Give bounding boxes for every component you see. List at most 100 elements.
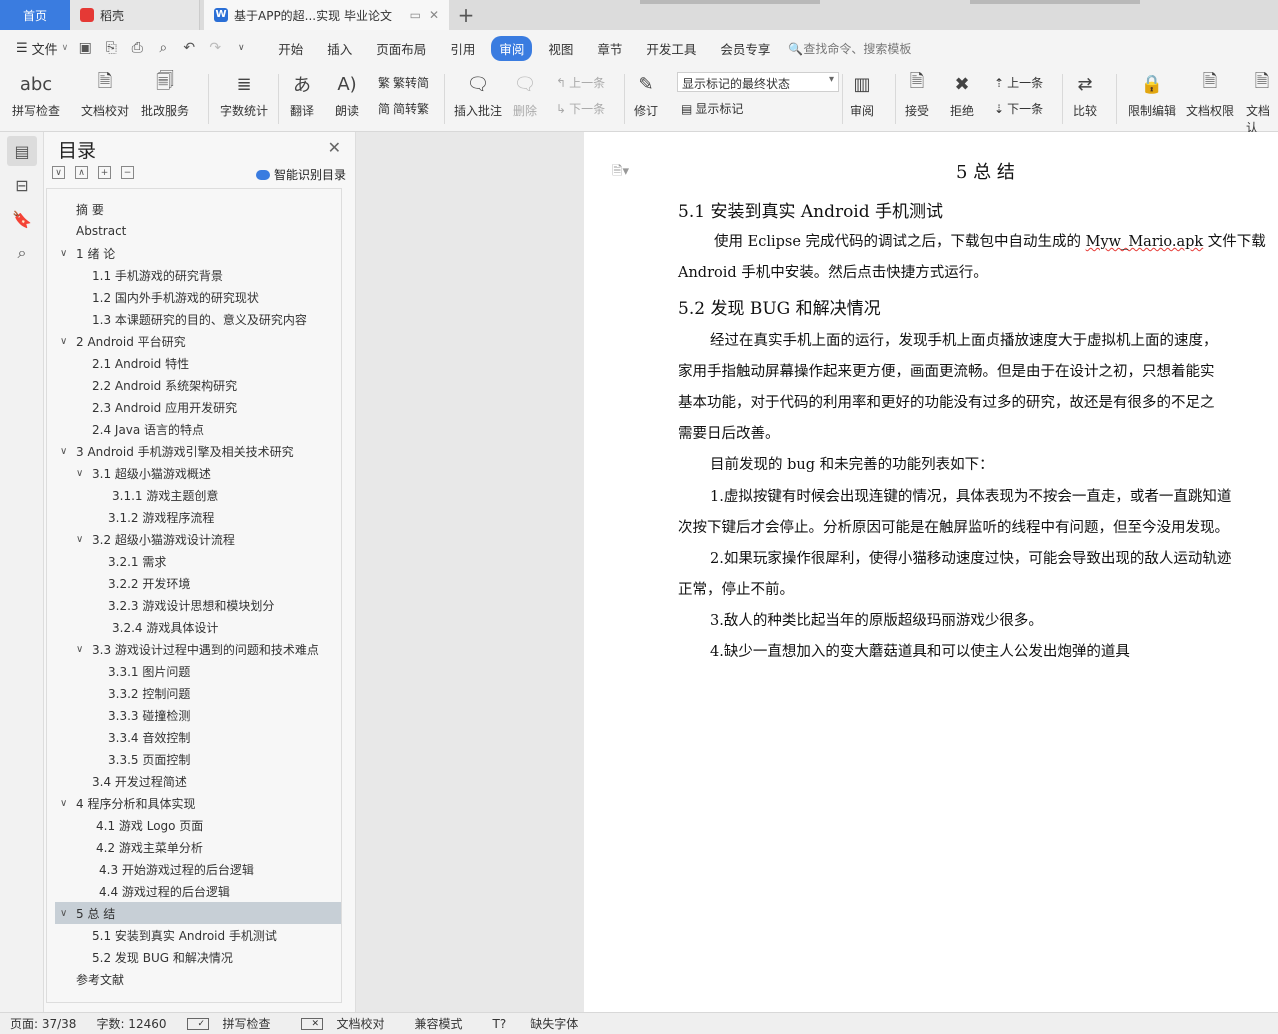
accept-button[interactable]: 🗎 接受 — [904, 70, 930, 119]
word-count-indicator[interactable]: 字数: 12460 — [86, 1015, 176, 1032]
delete-comment-button[interactable]: 🗨 删除 — [512, 70, 538, 119]
close-tab-icon[interactable]: ✕ — [429, 8, 439, 22]
toc-item[interactable]: ∨ 3.2 超级小猫游戏设计流程 — [55, 528, 341, 550]
expand-up-icon[interactable]: ∧ — [75, 166, 88, 179]
menu-page-layout[interactable]: 页面布局 — [364, 36, 438, 61]
toc-item[interactable]: 3.1.2 游戏程序流程 — [55, 506, 341, 528]
toc-item[interactable]: 3.4 开发过程简述 — [55, 770, 341, 792]
insert-comment-button[interactable]: 🗨 插入批注 — [454, 70, 502, 119]
remove-level-icon[interactable]: − — [121, 166, 134, 179]
command-search[interactable]: 🔍查找命令、搜索模板 — [788, 40, 911, 57]
read-aloud-button[interactable]: A) 朗读 — [334, 70, 360, 119]
toc-item[interactable]: 2.1 Android 特性 — [55, 352, 341, 374]
toc-item-selected[interactable]: ∨ 5 总 结 — [55, 902, 341, 924]
status-doc-proof[interactable]: ✕ 文档校对 — [291, 1015, 405, 1032]
close-icon[interactable]: ✕ — [328, 138, 341, 157]
toc-item[interactable]: 3.2.3 游戏设计思想和模块划分 — [55, 594, 341, 616]
export-icon[interactable]: ⎘ — [100, 40, 122, 56]
next-comment-button[interactable]: ↳ 下一条 — [556, 100, 605, 117]
menu-references[interactable]: 引用 — [438, 36, 487, 61]
add-level-icon[interactable]: + — [98, 166, 111, 179]
toc-item[interactable]: ∨ 2 Android 平台研究 — [55, 330, 341, 352]
toc-item[interactable]: 3.3.2 控制问题 — [55, 682, 341, 704]
toc-item[interactable]: Abstract — [55, 220, 341, 242]
save-icon[interactable]: ▣ — [74, 40, 96, 56]
smart-toc-button[interactable]: 智能识别目录 — [255, 166, 346, 183]
prev-comment-button[interactable]: ↰ 上一条 — [556, 74, 605, 91]
word-count-button[interactable]: ≣ 字数统计 — [220, 70, 268, 119]
prev-change-button[interactable]: ⇡ 上一条 — [994, 74, 1043, 91]
toc-item[interactable]: 2.2 Android 系统架构研究 — [55, 374, 341, 396]
next-change-button[interactable]: ⇣ 下一条 — [994, 100, 1043, 117]
page-indicator[interactable]: 页面: 37/38 — [0, 1015, 86, 1032]
markup-state-select[interactable]: 显示标记的最终状态 ▾ — [677, 72, 839, 92]
tab-document[interactable]: W 基于APP的超...实现 毕业论文 ▭ ✕ — [204, 0, 449, 30]
toc-item[interactable]: ∨ 1 绪 论 — [55, 242, 341, 264]
toc-item[interactable]: 5.2 发现 BUG 和解决情况 — [55, 946, 341, 968]
undo-icon[interactable]: ↶ — [178, 40, 200, 56]
menu-insert[interactable]: 插入 — [315, 36, 364, 61]
toc-item[interactable]: 4.4 游戏过程的后台逻辑 — [55, 880, 341, 902]
print-icon[interactable]: ⎙ — [126, 40, 148, 56]
collapse-all-icon[interactable]: ∨ — [52, 166, 65, 179]
menu-developer[interactable]: 开发工具 — [634, 36, 708, 61]
toc-item[interactable]: 1.2 国内外手机游戏的研究现状 — [55, 286, 341, 308]
trad-to-simp-button[interactable]: 繁繁转简 — [378, 74, 429, 91]
page-options-icon[interactable]: 🗎▾ — [612, 162, 629, 184]
toc-item[interactable]: 2.3 Android 应用开发研究 — [55, 396, 341, 418]
missing-font-button[interactable]: T? 缺失字体 — [473, 1015, 599, 1032]
simp-to-trad-button[interactable]: 简简转繁 — [378, 100, 429, 117]
print-preview-icon[interactable]: ⌕ — [152, 40, 174, 56]
redo-icon[interactable]: ↷ — [204, 40, 226, 56]
doc-cert-button[interactable]: 🗎 文档认 — [1246, 70, 1278, 136]
customize-chevron-icon[interactable]: ∨ — [230, 43, 252, 53]
chevron-down-icon[interactable]: ∨ — [76, 644, 83, 655]
reject-button[interactable]: ✖ 拒绝 — [949, 70, 975, 119]
bookmark-icon[interactable]: 🔖 — [7, 204, 37, 234]
doc-proofread-button[interactable]: 🗎 文档校对 — [81, 70, 129, 119]
menu-review[interactable]: 审阅 — [491, 35, 533, 61]
toc-item[interactable]: 3.3.5 页面控制 — [55, 748, 341, 770]
menu-home[interactable]: 开始 — [266, 36, 315, 61]
toc-item[interactable]: 4.3 开始游戏过程的后台逻辑 — [55, 858, 341, 880]
restrict-edit-button[interactable]: 🔒 限制编辑 — [1128, 70, 1176, 119]
window-restore-icon[interactable]: ▭ — [410, 8, 421, 22]
toc-item[interactable]: 1.1 手机游戏的研究背景 — [55, 264, 341, 286]
tab-daoke[interactable]: 稻壳 — [70, 0, 200, 30]
toc-item[interactable]: 1.3 本课题研究的目的、意义及研究内容 — [55, 308, 341, 330]
translate-button[interactable]: あ翻译 — [289, 70, 315, 119]
chevron-down-icon[interactable]: ∨ — [76, 468, 83, 479]
toc-item[interactable]: 3.1.1 游戏主题创意 — [55, 484, 341, 506]
toc-item[interactable]: 3.2.1 需求 — [55, 550, 341, 572]
tab-home[interactable]: 首页 — [0, 0, 70, 30]
file-menu-button[interactable]: ☰ 文件 ∨ — [10, 39, 74, 58]
chevron-down-icon[interactable]: ∨ — [60, 446, 67, 457]
menu-view[interactable]: 视图 — [536, 36, 585, 61]
doc-permission-button[interactable]: 🗎 文档权限 — [1186, 70, 1234, 119]
menu-member[interactable]: 会员专享 — [708, 36, 782, 61]
toc-item[interactable]: 摘 要 — [55, 198, 341, 220]
track-changes-button[interactable]: ✎ 修订 — [633, 70, 659, 119]
toc-item[interactable]: 3.3.1 图片问题 — [55, 660, 341, 682]
status-spell-check[interactable]: ✓ 拼写检查 — [177, 1015, 291, 1032]
toc-item[interactable]: 3.2.2 开发环境 — [55, 572, 341, 594]
toc-item[interactable]: ∨ 3 Android 手机游戏引擎及相关技术研究 — [55, 440, 341, 462]
chevron-down-icon[interactable]: ∨ — [60, 798, 67, 809]
toc-item[interactable]: ∨ 4 程序分析和具体实现 — [55, 792, 341, 814]
compare-button[interactable]: ⇄ 比较 — [1072, 70, 1098, 119]
toc-item[interactable]: 4.1 游戏 Logo 页面 — [55, 814, 341, 836]
batch-service-button[interactable]: 🗐 批改服务 — [141, 70, 189, 119]
toc-item[interactable]: 3.3.3 碰撞检测 — [55, 704, 341, 726]
toc-nav-icon[interactable]: ▤ — [7, 136, 37, 166]
chevron-down-icon[interactable]: ∨ — [60, 336, 67, 347]
search-icon[interactable]: ⌕ — [7, 238, 37, 268]
menu-chapter[interactable]: 章节 — [585, 36, 634, 61]
toc-item[interactable]: ∨ 3.3 游戏设计过程中遇到的问题和技术难点 — [55, 638, 341, 660]
toc-item[interactable]: 5.1 安装到真实 Android 手机测试 — [55, 924, 341, 946]
toc-item[interactable]: 2.4 Java 语言的特点 — [55, 418, 341, 440]
misspelled-word[interactable]: Myw_Mario.apk — [1086, 234, 1204, 250]
chevron-down-icon[interactable]: ∨ — [60, 248, 67, 259]
toc-item[interactable]: 4.2 游戏主菜单分析 — [55, 836, 341, 858]
show-markup-button[interactable]: ▤ 显示标记 — [681, 100, 743, 117]
toc-item[interactable]: 3.2.4 游戏具体设计 — [55, 616, 341, 638]
